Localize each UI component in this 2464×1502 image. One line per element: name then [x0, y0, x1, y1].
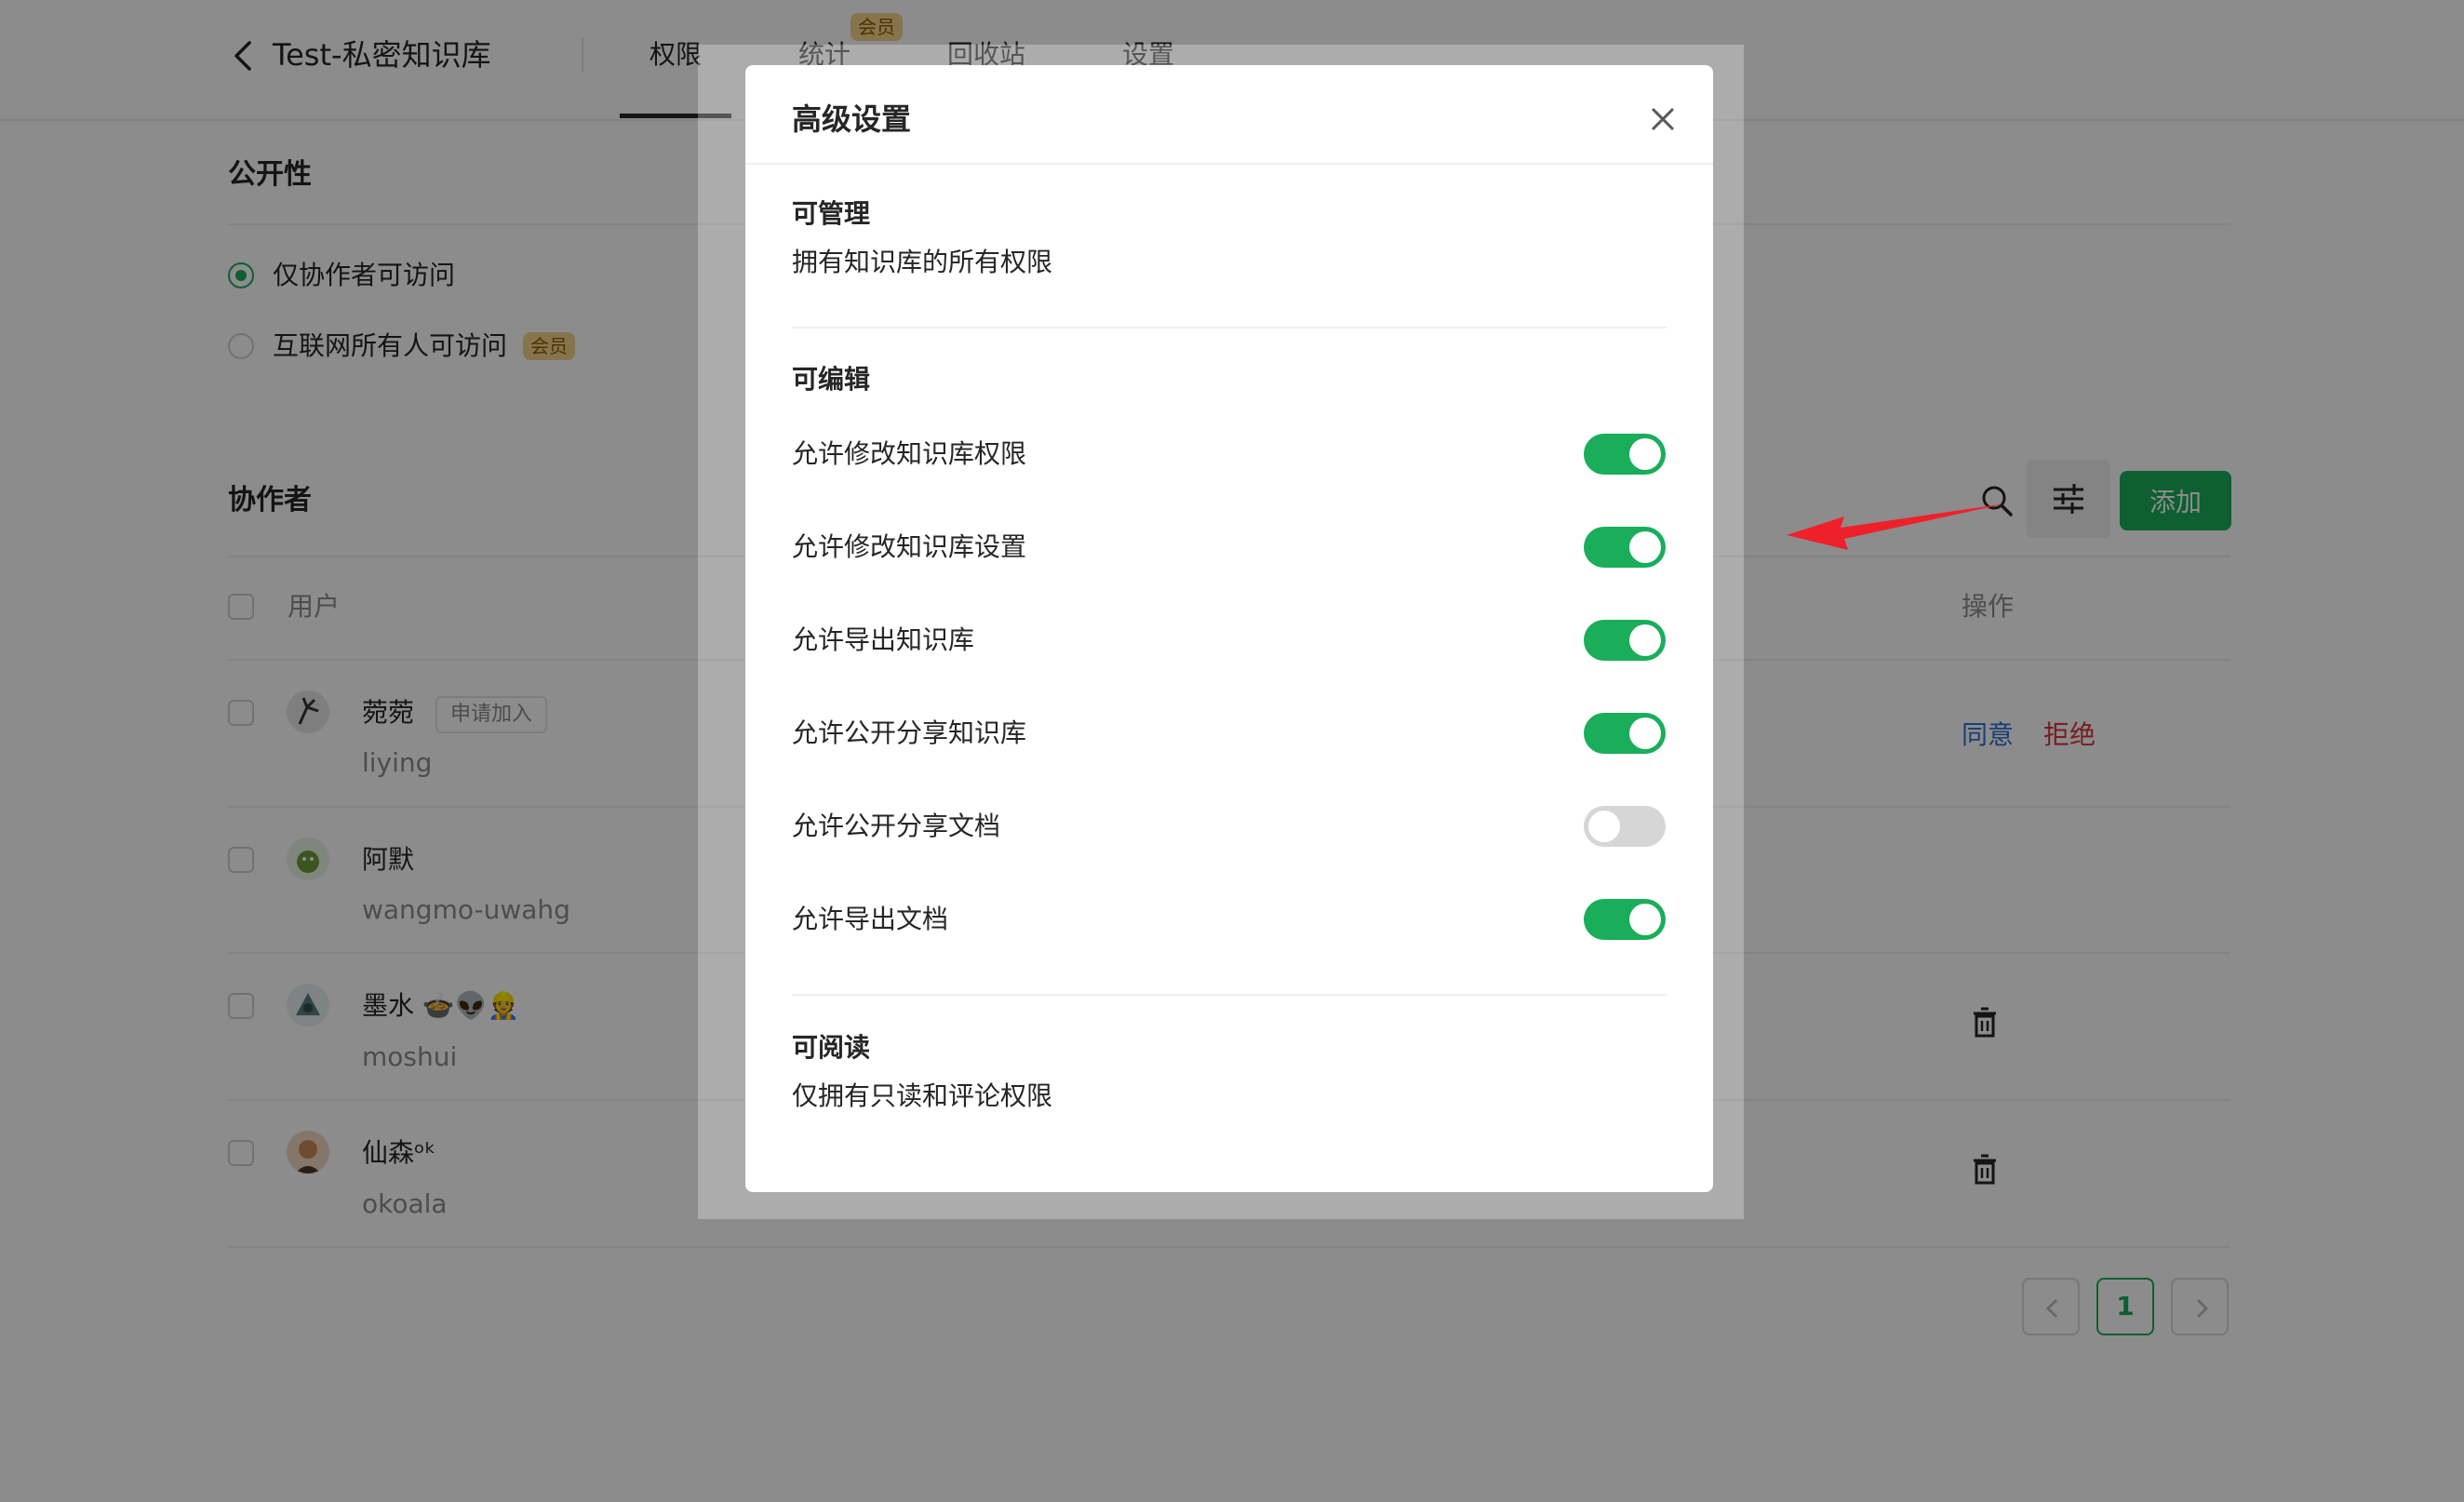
perm-share-doc-label: 允许公开分享文档 — [792, 811, 1001, 841]
manage-description: 拥有知识库的所有权限 — [792, 247, 1053, 277]
close-icon[interactable] — [1646, 102, 1680, 136]
advanced-settings-modal: 高级设置 可管理 拥有知识库的所有权限 可编辑 允许修改知识库权限 允许修改知识… — [745, 65, 1713, 1192]
perm-share-kb-toggle[interactable] — [1584, 713, 1666, 754]
perm-modify-kb-permissions-toggle[interactable] — [1584, 434, 1666, 475]
modal-title: 高级设置 — [792, 101, 912, 137]
perm-share-doc-toggle[interactable] — [1584, 806, 1666, 847]
perm-export-kb-toggle[interactable] — [1584, 620, 1666, 661]
perm-export-doc-toggle[interactable] — [1584, 899, 1666, 940]
perm-export-doc-label: 允许导出文档 — [792, 904, 949, 934]
read-description: 仅拥有只读和评论权限 — [792, 1080, 1053, 1111]
arrow-annotation — [1787, 503, 2006, 550]
modal-section-divider — [792, 327, 1667, 329]
perm-modify-kb-settings-label: 允许修改知识库设置 — [792, 531, 1027, 562]
modal-section-divider — [792, 994, 1667, 996]
perm-share-kb-label: 允许公开分享知识库 — [792, 717, 1027, 748]
perm-export-kb-label: 允许导出知识库 — [792, 624, 975, 655]
perm-modify-kb-permissions-label: 允许修改知识库权限 — [792, 438, 1027, 469]
perm-modify-kb-settings-toggle[interactable] — [1584, 527, 1666, 568]
read-heading: 可阅读 — [792, 1032, 871, 1063]
modal-header-divider — [745, 163, 1713, 165]
manage-heading: 可管理 — [792, 198, 871, 229]
edit-heading: 可编辑 — [792, 364, 871, 395]
